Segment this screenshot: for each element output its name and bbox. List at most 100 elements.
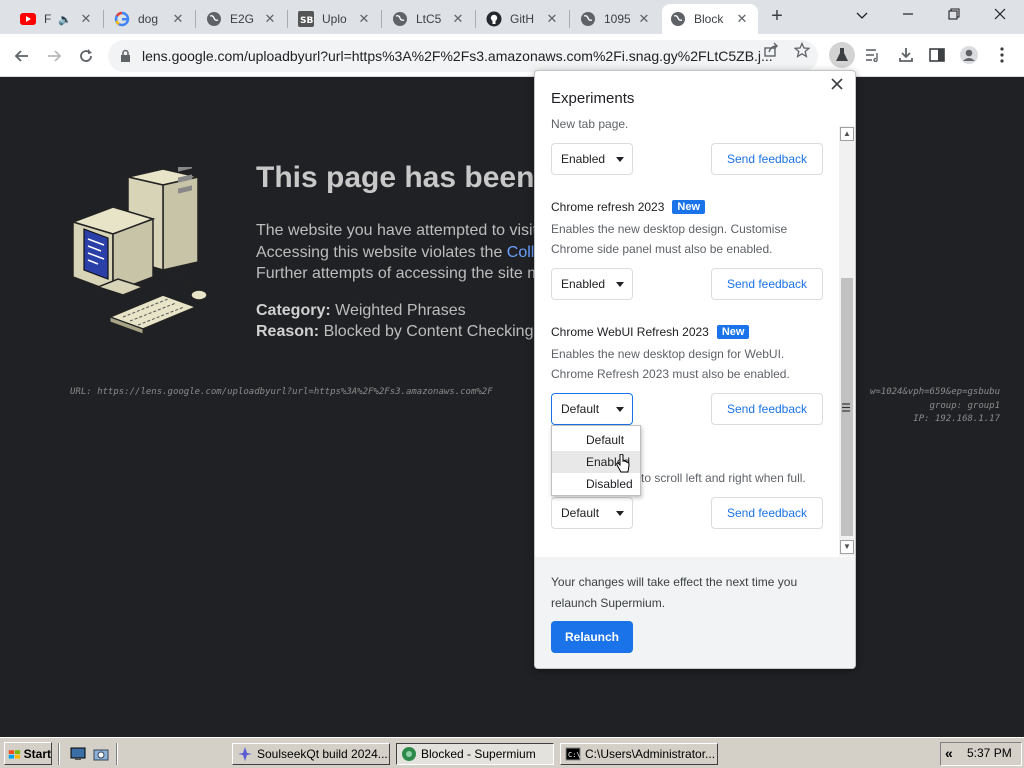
taskbar-item-cmd[interactable]: C:\ C:\Users\Administrator...	[560, 743, 718, 765]
webui-refresh-select[interactable]: Default	[551, 393, 633, 425]
select-value: Default	[561, 402, 600, 416]
hand-cursor-icon	[616, 454, 630, 473]
close-tab-icon[interactable]: ✕	[636, 11, 652, 27]
close-tab-icon[interactable]: ✕	[544, 11, 560, 27]
tab-upload[interactable]: SB Uplo ✕	[290, 4, 380, 34]
github-icon	[486, 11, 502, 27]
experiments-flask-icon[interactable]	[829, 42, 855, 68]
tab-github[interactable]: GitH ✕	[478, 4, 568, 34]
chrome-refresh-select[interactable]: Enabled	[551, 268, 633, 300]
tab-search-chevron-icon[interactable]	[842, 4, 882, 26]
taskbar-item-soulseek[interactable]: SoulseekQt build 2024....	[232, 743, 390, 765]
tab-e2g[interactable]: E2G ✕	[198, 4, 286, 34]
browser-toolbar: lens.google.com/uploadbyurl?url=https%3A…	[0, 34, 1024, 77]
relaunch-note-line1: Your changes will take effect the next t…	[551, 575, 798, 589]
clock[interactable]: 5:37 PM	[967, 746, 1012, 760]
experiment-name-text: Chrome WebUI Refresh 2023	[551, 325, 709, 339]
tab-youtube[interactable]: F 🔈 ✕	[12, 4, 102, 34]
soulseek-icon	[238, 747, 252, 761]
globe-icon	[392, 11, 408, 27]
bookmark-star-icon[interactable]	[793, 41, 811, 60]
relaunch-button[interactable]: Relaunch	[551, 621, 633, 653]
popup-title: Experiments	[551, 90, 635, 107]
send-feedback-button[interactable]: Send feedback	[711, 497, 823, 529]
dropdown-caret-icon	[616, 157, 624, 162]
share-icon[interactable]	[762, 42, 780, 60]
option-default[interactable]: Default	[552, 429, 640, 451]
explorer-quicklaunch-icon[interactable]	[93, 747, 109, 764]
tab-blocked-active[interactable]: Block ✕	[662, 4, 758, 34]
close-icon[interactable]	[831, 77, 843, 95]
close-tab-icon[interactable]: ✕	[734, 11, 750, 27]
tab-google-dog[interactable]: dog ✕	[106, 4, 194, 34]
start-button[interactable]: Start	[4, 742, 52, 765]
show-desktop-icon[interactable]	[70, 747, 86, 764]
new-badge: New	[672, 200, 706, 214]
scroll-down-arrow-icon[interactable]: ▼	[840, 540, 854, 554]
taskbar-item-supermium[interactable]: Blocked - Supermium	[396, 743, 554, 765]
select-value: Enabled	[561, 277, 606, 291]
tab-ltc5[interactable]: LtC5 ✕	[384, 4, 474, 34]
category-label: Category:	[256, 302, 331, 319]
windows-logo-icon	[8, 749, 21, 759]
start-label: Start	[23, 746, 51, 761]
tab-title: Uplo	[322, 12, 347, 26]
select-value: Default	[561, 506, 600, 520]
resize-grip-icon[interactable]	[842, 403, 850, 415]
address-bar[interactable]: lens.google.com/uploadbyurl?url=https%3A…	[108, 40, 818, 72]
experiment-description: to scroll left and right when full.	[641, 471, 806, 485]
send-feedback-button[interactable]: Send feedback	[711, 393, 823, 425]
back-button[interactable]	[10, 44, 34, 68]
blocked-text-line1: The website you have attempted to visit	[256, 222, 538, 239]
side-panel-icon[interactable]	[926, 44, 948, 66]
close-tab-icon[interactable]: ✕	[356, 11, 372, 27]
close-tab-icon[interactable]: ✕	[450, 11, 466, 27]
svg-text:C:\: C:\	[568, 751, 581, 759]
tray-expand-icon[interactable]: «	[945, 745, 953, 761]
lock-icon[interactable]	[120, 49, 132, 63]
tab-title: dog	[138, 12, 159, 26]
download-icon[interactable]	[895, 44, 917, 66]
ip-info: IP: 192.168.1.17	[913, 414, 1000, 424]
send-feedback-button[interactable]: Send feedback	[711, 268, 823, 300]
close-tab-icon[interactable]: ✕	[170, 11, 186, 27]
group-info: group: group1	[929, 401, 1000, 411]
experiment-description: Enables the new desktop design for WebUI…	[551, 347, 785, 361]
tab-scrolling-select[interactable]: Default	[551, 497, 633, 529]
close-tab-icon[interactable]: ✕	[262, 11, 278, 27]
blocked-headline: This page has been	[256, 161, 535, 194]
experiment-select[interactable]: Enabled	[551, 143, 633, 175]
category-value: Weighted Phrases	[335, 302, 466, 319]
profile-avatar-icon[interactable]	[958, 44, 980, 66]
reload-button[interactable]	[74, 44, 98, 68]
close-window-button[interactable]	[980, 4, 1020, 26]
tab-1095[interactable]: 1095 ✕	[572, 4, 660, 34]
scroll-up-arrow-icon[interactable]: ▲	[840, 127, 854, 141]
new-tab-button[interactable]: +	[766, 6, 788, 28]
tab-title: E2G	[230, 12, 255, 26]
experiment-description: Chrome Refresh 2023 must also be enabled…	[551, 367, 790, 381]
tab-title: 1095	[604, 12, 630, 26]
viewport-info: w=1024&vph=659&ep=gsbubu	[869, 387, 1000, 397]
minimize-button[interactable]	[888, 4, 928, 26]
experiments-popup: Experiments New tab page. Enabled Send f…	[534, 70, 856, 669]
blocked-text-line2: Accessing this website violates the Coll…	[256, 244, 543, 262]
tab-title: Block	[694, 12, 724, 26]
url-text[interactable]: lens.google.com/uploadbyurl?url=https%3A…	[142, 48, 818, 64]
restore-button[interactable]	[934, 4, 974, 26]
tab-title: F	[44, 12, 52, 26]
speaker-icon[interactable]: 🔈	[58, 13, 72, 26]
youtube-icon	[20, 11, 36, 27]
forward-button[interactable]	[42, 44, 66, 68]
google-icon	[114, 11, 130, 27]
option-disabled[interactable]: Disabled	[552, 473, 640, 495]
close-tab-icon[interactable]: ✕	[78, 11, 94, 27]
reason-label: Reason:	[256, 323, 320, 340]
select-value: Enabled	[561, 152, 606, 166]
menu-kebab-icon[interactable]	[991, 44, 1013, 66]
send-feedback-button[interactable]: Send feedback	[711, 143, 823, 175]
vertical-scrollbar[interactable]: ▲ ▼	[839, 126, 855, 556]
reading-list-icon[interactable]	[862, 44, 884, 66]
dropdown-caret-icon	[616, 282, 624, 287]
experiment-name-webui-refresh: Chrome WebUI Refresh 2023 New	[551, 325, 750, 339]
